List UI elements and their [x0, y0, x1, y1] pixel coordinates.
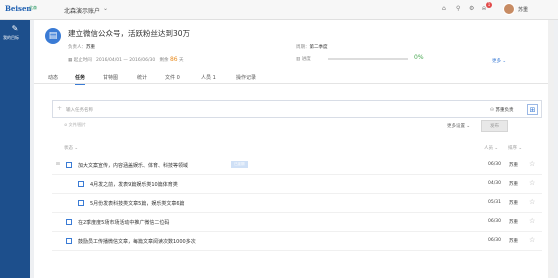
- task-row[interactable]: 5月份发表科技类文章5篇，娱乐类文章6篇 05/31 苏重 ☆: [52, 194, 542, 213]
- attach-label[interactable]: 文件/图片: [69, 122, 86, 127]
- sidebar: ✎ 我的目标: [0, 20, 30, 278]
- task-title[interactable]: 加大文案宣传，内容涵盖娱乐、体育、科技等领域: [78, 162, 188, 169]
- owner-value: 苏重: [86, 45, 95, 50]
- brand-logo-sub: 北森: [29, 5, 37, 10]
- task-row[interactable]: ⊟ 加大文案宣传，内容涵盖娱乐、体育、科技等领域 已延期 06/30 苏重 ☆: [52, 156, 542, 175]
- home-icon[interactable]: ⌂: [442, 5, 446, 12]
- avatar[interactable]: [503, 3, 515, 15]
- task-date: 04/30: [488, 181, 501, 186]
- task-date: 06/30: [488, 238, 501, 243]
- task-title[interactable]: 5月份发表科技类文章5篇，娱乐类文章6篇: [90, 200, 185, 207]
- task-owner-label[interactable]: 苏重负责: [495, 108, 513, 113]
- chevron-down-icon[interactable]: ⌄: [103, 5, 108, 12]
- goal-period: 周期：第二季度: [296, 44, 328, 50]
- user-icon: ⚇: [490, 108, 495, 113]
- star-icon[interactable]: ☆: [529, 217, 535, 225]
- sort-filter[interactable]: 排序 ⌄: [508, 145, 522, 151]
- plus-icon: +: [57, 105, 63, 112]
- task-owner: 苏重: [509, 239, 518, 244]
- period-label: 周期：: [296, 45, 310, 50]
- collapse-icon[interactable]: ⊟: [56, 162, 60, 167]
- people-filter-label[interactable]: 人员: [484, 146, 493, 151]
- date-label: 起止时间: [73, 58, 92, 63]
- goal-card: ▤ 建立微信公众号，活跃粉丝达到30万 负责人：苏重 周期：第二季度 ▦ 起止时…: [34, 20, 554, 278]
- top-bar: Beisen 北森 北森演示账户 ⌄ ⌂ ⚲ ⚙ ⍾ 1 苏重: [0, 0, 558, 20]
- tab-files[interactable]: 文件 0: [165, 74, 180, 81]
- status-filter[interactable]: 状态 ⌄: [64, 145, 78, 151]
- remain-days: 86: [169, 56, 178, 63]
- task-checkbox[interactable]: [66, 162, 72, 168]
- status-filter-label[interactable]: 状态: [64, 146, 73, 151]
- add-subtask-icon[interactable]: ⊞: [527, 104, 538, 115]
- attach-file-button[interactable]: ⊘ 文件/图片: [64, 122, 86, 128]
- more-button[interactable]: 更多 ⌄: [492, 58, 506, 64]
- star-icon[interactable]: ☆: [529, 236, 535, 244]
- remain-unit: 天: [179, 58, 184, 63]
- task-owner: 苏重: [509, 220, 518, 225]
- notification-badge: 1: [486, 2, 492, 8]
- brand-logo: Beisen: [5, 4, 32, 13]
- task-tag: 已延期: [231, 161, 248, 168]
- tab-people[interactable]: 人员 1: [201, 74, 216, 81]
- date-range: 2016/04/01 — 2016/06/30: [96, 58, 156, 63]
- task-input-placeholder[interactable]: 输入任务名称: [66, 107, 93, 113]
- task-owner: 苏重: [509, 182, 518, 187]
- period-value: 第二季度: [309, 45, 328, 50]
- sort-filter-label[interactable]: 排序: [508, 146, 517, 151]
- task-checkbox[interactable]: [66, 238, 72, 244]
- calendar-icon: ▦: [68, 58, 73, 63]
- task-date: 06/30: [488, 219, 501, 224]
- task-date: 06/30: [488, 162, 501, 167]
- tab-bar: 动态 任务 甘特图 统计 文件 0 人员 1 操作记录: [34, 72, 554, 85]
- star-icon[interactable]: ☆: [529, 179, 535, 187]
- progress-bar: [328, 58, 408, 60]
- task-title[interactable]: 4月发之前，发表9篇娱乐类10篇体育类: [90, 181, 178, 188]
- sidebar-item-my-goals[interactable]: 我的目标: [3, 35, 19, 41]
- progress-percent: 0%: [414, 54, 424, 61]
- main-area: ▤ 建立微信公众号，活跃粉丝达到30万 负责人：苏重 周期：第二季度 ▦ 起止时…: [30, 20, 558, 278]
- task-checkbox[interactable]: [78, 200, 84, 206]
- task-owner: 苏重: [509, 201, 518, 206]
- tab-log[interactable]: 操作记录: [236, 74, 256, 81]
- goal-dates: ▦ 起止时间 2016/04/01 — 2016/06/30 剩余 86 天: [68, 56, 184, 63]
- task-checkbox[interactable]: [66, 219, 72, 225]
- task-title[interactable]: 鼓励员工传播微信文章，每篇文章阅读次数1000多次: [78, 238, 196, 245]
- username[interactable]: 苏重: [518, 6, 528, 13]
- task-row[interactable]: 在2季度度5场市场活动中推广微信二位码 06/30 苏重 ☆: [52, 213, 542, 232]
- scrollbar[interactable]: [548, 20, 554, 278]
- more-label[interactable]: 更多: [492, 59, 501, 64]
- progress-label: 进度: [301, 57, 311, 62]
- task-row[interactable]: 4月发之前，发表9篇娱乐类10篇体育类 04/30 苏重 ☆: [52, 175, 542, 194]
- more-settings-label[interactable]: 更多设置: [447, 124, 465, 129]
- star-icon[interactable]: ☆: [529, 198, 535, 206]
- task-row[interactable]: 鼓励员工传播微信文章，每篇文章阅读次数1000多次 06/30 苏重 ☆: [52, 232, 542, 251]
- more-settings-button[interactable]: 更多设置 ⌄: [447, 123, 470, 129]
- task-owner: 苏重: [509, 163, 518, 168]
- goal-owner: 负责人：苏重: [68, 44, 95, 50]
- tab-stats[interactable]: 统计: [137, 74, 147, 81]
- progress-icon: ▥: [296, 57, 301, 62]
- people-filter[interactable]: 人员 ⌄: [484, 145, 498, 151]
- tab-tasks[interactable]: 任务: [75, 74, 86, 85]
- task-date: 05/31: [488, 200, 501, 205]
- goal-document-icon: ▤: [45, 28, 61, 44]
- tab-activity[interactable]: 动态: [48, 74, 58, 81]
- publish-button[interactable]: 发布: [481, 120, 508, 132]
- task-input[interactable]: + 输入任务名称 ⚇ 苏重负责 ⊞: [52, 100, 542, 118]
- task-owner-selector[interactable]: ⚇ 苏重负责: [490, 107, 513, 113]
- settings-icon[interactable]: ⚙: [469, 5, 474, 12]
- paperclip-icon: ⊘: [64, 122, 68, 127]
- goal-nav-icon[interactable]: ✎: [10, 24, 20, 34]
- task-checkbox[interactable]: [78, 181, 84, 187]
- tab-gantt[interactable]: 甘特图: [103, 74, 118, 81]
- remain-label: 剩余: [159, 58, 169, 63]
- goal-title: 建立微信公众号，活跃粉丝达到30万: [68, 29, 191, 38]
- account-switcher[interactable]: 北森演示账户: [64, 6, 100, 15]
- owner-label: 负责人：: [68, 45, 86, 50]
- progress-label-wrap: ▥ 进度: [296, 56, 311, 62]
- star-icon[interactable]: ☆: [529, 160, 535, 168]
- search-icon[interactable]: ⚲: [456, 5, 460, 12]
- task-title[interactable]: 在2季度度5场市场活动中推广微信二位码: [78, 219, 169, 226]
